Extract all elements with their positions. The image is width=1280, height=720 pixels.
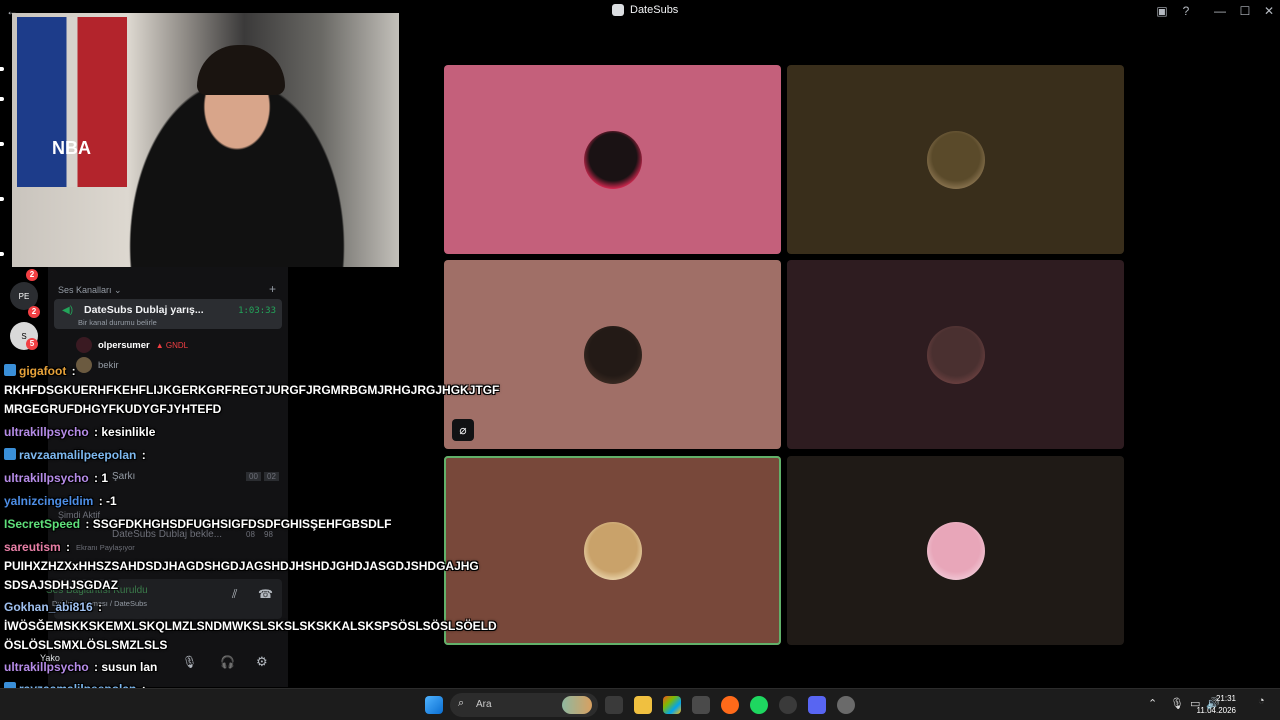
add-channel-icon[interactable]: +	[269, 282, 276, 296]
spotify-icon[interactable]	[750, 696, 768, 714]
maximize-icon[interactable]: ☐	[1237, 3, 1253, 19]
headphones-icon[interactable]: 🎧	[220, 655, 235, 669]
disconnect-icon[interactable]: ☎	[258, 587, 273, 601]
voice-channel-timer: 1:03:33	[238, 306, 276, 316]
search-icon: ⌕	[458, 697, 465, 709]
member-tag: ▲ GNDL	[155, 340, 189, 350]
window-title: DateSubs	[612, 4, 678, 16]
voice-channel[interactable]: ◀) DateSubs Dublaj yarış... 1:03:33 Bir …	[54, 299, 282, 329]
voice-connection-bar: Ses Bağlantısı Kuruldu Dublaj yarışması …	[46, 579, 282, 619]
taskbar-clock[interactable]: 21:31 11.04.2026	[1197, 693, 1236, 717]
participant-avatar	[926, 130, 985, 189]
server-badge: 2	[28, 306, 40, 318]
participant-avatar	[583, 325, 642, 384]
settings-icon[interactable]	[837, 696, 855, 714]
weather-text: 9°C	[34, 667, 46, 674]
taskbar-search[interactable]: ⌕ Ara	[450, 693, 598, 717]
server-badge: 2	[26, 269, 38, 281]
voice-channels-header[interactable]: Ses Kanalları ⌄	[58, 285, 122, 296]
music-count: 00	[246, 472, 261, 481]
tray-chevron-icon[interactable]: ⌃	[1148, 697, 1157, 710]
speaker-icon: ◀)	[62, 305, 74, 316]
voice-member[interactable]: olpersumer ▲ GNDL	[76, 337, 188, 353]
video-tile[interactable]	[444, 456, 781, 645]
webcam-overlay: NBA	[12, 13, 399, 267]
notifications-icon[interactable]: ◔	[1258, 695, 1265, 707]
muted-mic-icon: ⌀	[452, 419, 474, 441]
screen-share-channel[interactable]: DateSubs Dublaj bekle...	[112, 529, 222, 540]
microphone-icon[interactable]: 🎙	[182, 655, 197, 669]
minimize-icon[interactable]: —	[1212, 3, 1228, 19]
video-tile[interactable]: ⌀	[444, 260, 781, 449]
channel-panel: Ses Kanalları ⌄ + ◀) DateSubs Dublaj yar…	[34, 267, 288, 687]
rail-indicator	[0, 67, 4, 71]
firefox-icon[interactable]	[721, 696, 739, 714]
nba-flag	[17, 17, 127, 187]
user-name[interactable]: Yako	[40, 653, 60, 663]
avatar	[76, 337, 92, 353]
participant-avatar	[926, 521, 985, 580]
settings-gear-icon[interactable]: ⚙	[256, 654, 268, 670]
windows-taskbar: ⌕ Ara ⌃ 🎙 ▭ 🔊 21:31 11.04.2026 ◔	[0, 688, 1280, 720]
participant-avatar	[926, 325, 985, 384]
now-active-label: Şimdi Aktif	[58, 510, 101, 520]
help-icon[interactable]: ?	[1178, 3, 1194, 19]
app-logo-icon	[612, 4, 624, 16]
rail-indicator	[0, 97, 4, 101]
user-panel: Yako 9°C 🎙 🎧 ⚙	[34, 649, 282, 685]
rail-indicator	[0, 252, 4, 256]
close-icon[interactable]: ✕	[1261, 3, 1277, 19]
share-count: 98	[264, 530, 273, 539]
tray-mic-icon[interactable]: 🎙	[1170, 697, 1184, 710]
participant-avatar	[583, 130, 642, 189]
rail-indicator	[0, 197, 4, 201]
copilot-icon[interactable]	[663, 696, 681, 714]
server-badge: 5	[26, 338, 38, 350]
connection-status[interactable]: Ses Bağlantısı Kuruldu	[46, 585, 148, 596]
task-view-icon[interactable]	[605, 696, 623, 714]
store-icon[interactable]	[692, 696, 710, 714]
file-explorer-icon[interactable]	[634, 696, 652, 714]
noise-suppression-icon[interactable]: ⫽	[232, 587, 237, 602]
discord-icon[interactable]	[808, 696, 826, 714]
video-tile[interactable]	[444, 65, 781, 254]
avatar	[76, 357, 92, 373]
voice-member[interactable]: bekir	[76, 357, 119, 373]
share-count: 08	[246, 530, 255, 539]
music-channel[interactable]: Şarkı	[112, 471, 135, 482]
search-highlight-image	[562, 696, 592, 714]
video-tile[interactable]	[787, 456, 1124, 645]
rail-indicator	[0, 142, 4, 146]
steam-icon[interactable]	[779, 696, 797, 714]
flag-text: NBA	[52, 138, 91, 158]
connection-detail: Dublaj yarışması / DateSubs	[52, 599, 148, 608]
screen-share-label: Ekranı Paylaşıyor	[76, 543, 135, 552]
video-tile[interactable]	[787, 260, 1124, 449]
music-count: 02	[264, 472, 279, 481]
video-tile[interactable]	[787, 65, 1124, 254]
voice-channel-name: DateSubs Dublaj yarış...	[84, 304, 204, 316]
search-label: Ara	[476, 699, 492, 710]
start-icon[interactable]	[425, 696, 443, 714]
clock-time: 21:31	[1215, 694, 1236, 703]
window-title-text: DateSubs	[630, 4, 679, 16]
inbox-icon[interactable]: ▣	[1154, 3, 1170, 19]
participant-avatar	[583, 521, 642, 580]
channel-status[interactable]: Bir kanal durumu belirle	[78, 318, 157, 327]
clock-date: 11.04.2026	[1196, 706, 1236, 715]
